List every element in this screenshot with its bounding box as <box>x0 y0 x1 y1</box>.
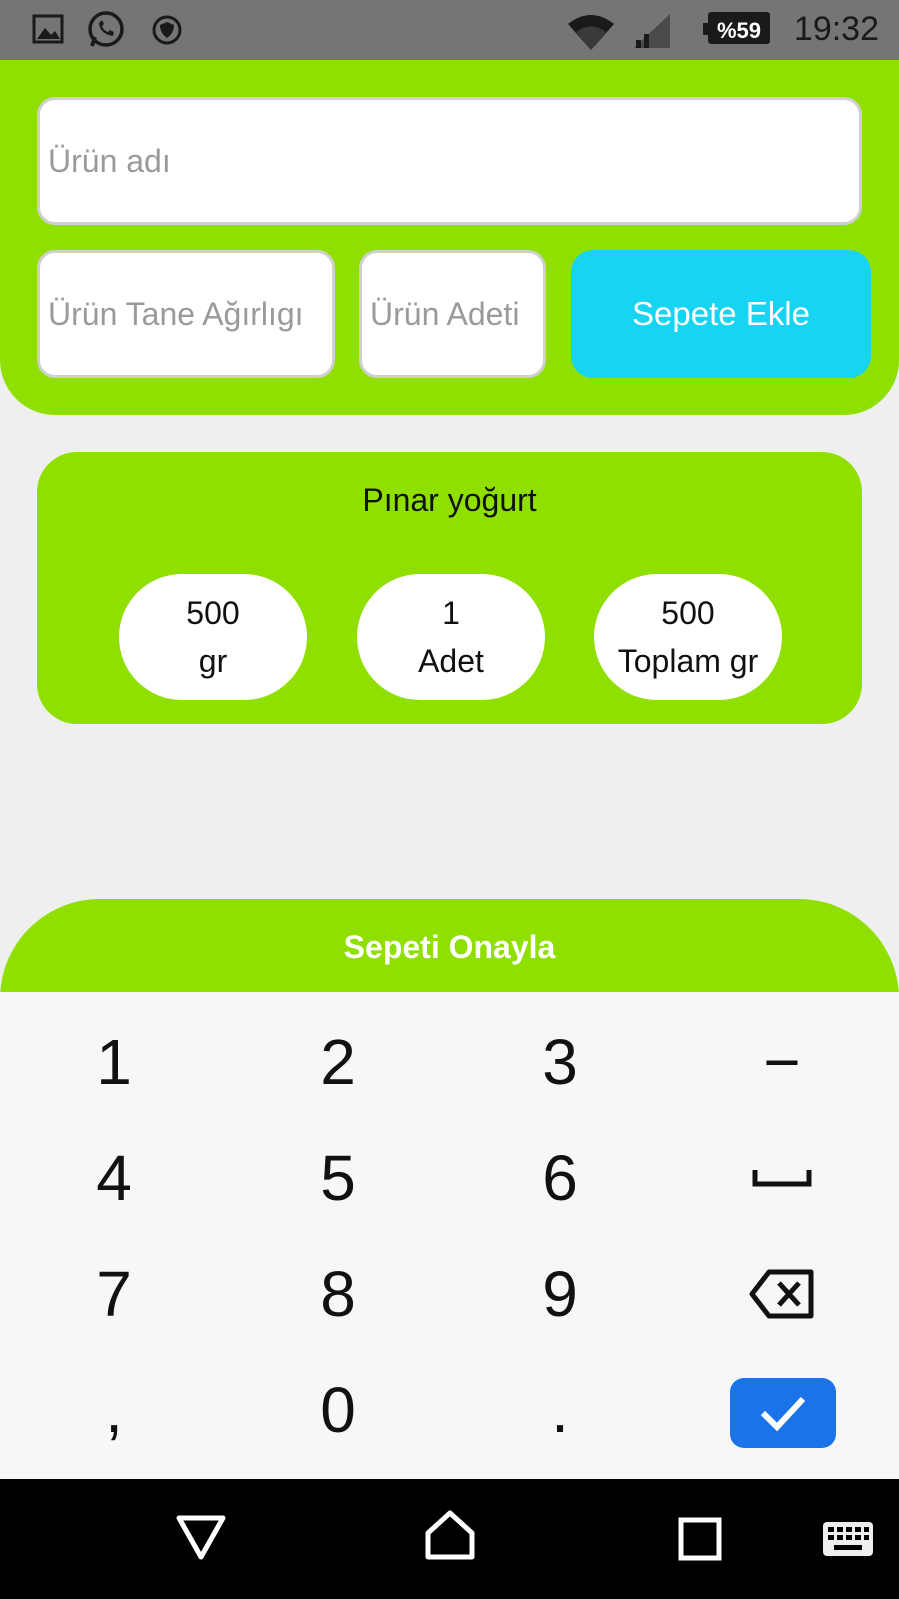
home-icon[interactable] <box>424 1509 476 1566</box>
quantity-value: 1 <box>442 595 460 631</box>
unit-weight-input[interactable]: Ürün Tane Ağırlıgı <box>37 250 335 378</box>
weight-unit: gr <box>198 643 228 679</box>
wifi-icon <box>566 12 616 57</box>
quantity-placeholder: Ürün Adeti <box>370 295 520 332</box>
quantity-unit: Adet <box>418 643 484 679</box>
recent-apps-icon[interactable] <box>678 1517 722 1566</box>
total-pill: 500 Toplam gr <box>594 574 782 700</box>
unit-weight-placeholder: Ürün Tane Ağırlıgı <box>48 295 304 332</box>
key-7[interactable]: 7 <box>2 1236 226 1352</box>
key-0[interactable]: 0 <box>226 1352 450 1468</box>
key-comma[interactable]: , <box>2 1352 226 1468</box>
add-to-cart-button[interactable]: Sepete Ekle <box>571 250 871 378</box>
battery-indicator: %59 <box>703 12 770 44</box>
keyboard-icon[interactable] <box>822 1521 874 1562</box>
key-dot[interactable]: . <box>448 1352 672 1468</box>
key-4[interactable]: 4 <box>2 1120 226 1236</box>
total-unit: Toplam gr <box>617 643 759 679</box>
space-icon <box>752 1170 812 1187</box>
signal-icon <box>632 12 672 55</box>
key-6[interactable]: 6 <box>448 1120 672 1236</box>
key-2[interactable]: 2 <box>226 1004 450 1120</box>
key-1[interactable]: 1 <box>2 1004 226 1120</box>
backspace-icon <box>749 1269 814 1319</box>
product-name-input[interactable]: Ürün adı <box>37 97 862 225</box>
quantity-input[interactable]: Ürün Adeti <box>359 250 546 378</box>
total-value: 500 <box>661 595 715 631</box>
numeric-keyboard: 1 2 3 − 4 5 6 7 8 9 , 0 . <box>0 992 899 1479</box>
done-key[interactable] <box>730 1378 836 1448</box>
product-form-panel: Ürün adı Ürün Tane Ağırlıgı Ürün Adeti S… <box>0 60 899 415</box>
status-bar: %59 19:32 <box>0 0 899 60</box>
cart-item-name: Pınar yoğurt <box>362 482 537 518</box>
shield-icon <box>152 15 182 50</box>
key-9[interactable]: 9 <box>448 1236 672 1352</box>
product-name-placeholder: Ürün adı <box>48 142 171 179</box>
navigation-bar <box>0 1479 899 1599</box>
quantity-pill: 1 Adet <box>357 574 545 700</box>
checkmark-icon <box>760 1396 806 1432</box>
key-3[interactable]: 3 <box>448 1004 672 1120</box>
space-key[interactable] <box>670 1120 894 1236</box>
confirm-cart-label: Sepeti Onayla <box>343 929 556 965</box>
key-minus[interactable]: − <box>670 1004 894 1120</box>
cart-item-card: Pınar yoğurt 500 gr 1 Adet 500 Toplam gr <box>37 452 862 724</box>
clock: 19:32 <box>793 10 879 48</box>
gallery-icon <box>32 14 64 49</box>
back-icon[interactable] <box>176 1515 226 1566</box>
whatsapp-icon <box>86 10 126 55</box>
weight-pill: 500 gr <box>119 574 307 700</box>
backspace-key[interactable] <box>670 1236 894 1352</box>
key-5[interactable]: 5 <box>226 1120 450 1236</box>
key-8[interactable]: 8 <box>226 1236 450 1352</box>
weight-value: 500 <box>186 595 240 631</box>
